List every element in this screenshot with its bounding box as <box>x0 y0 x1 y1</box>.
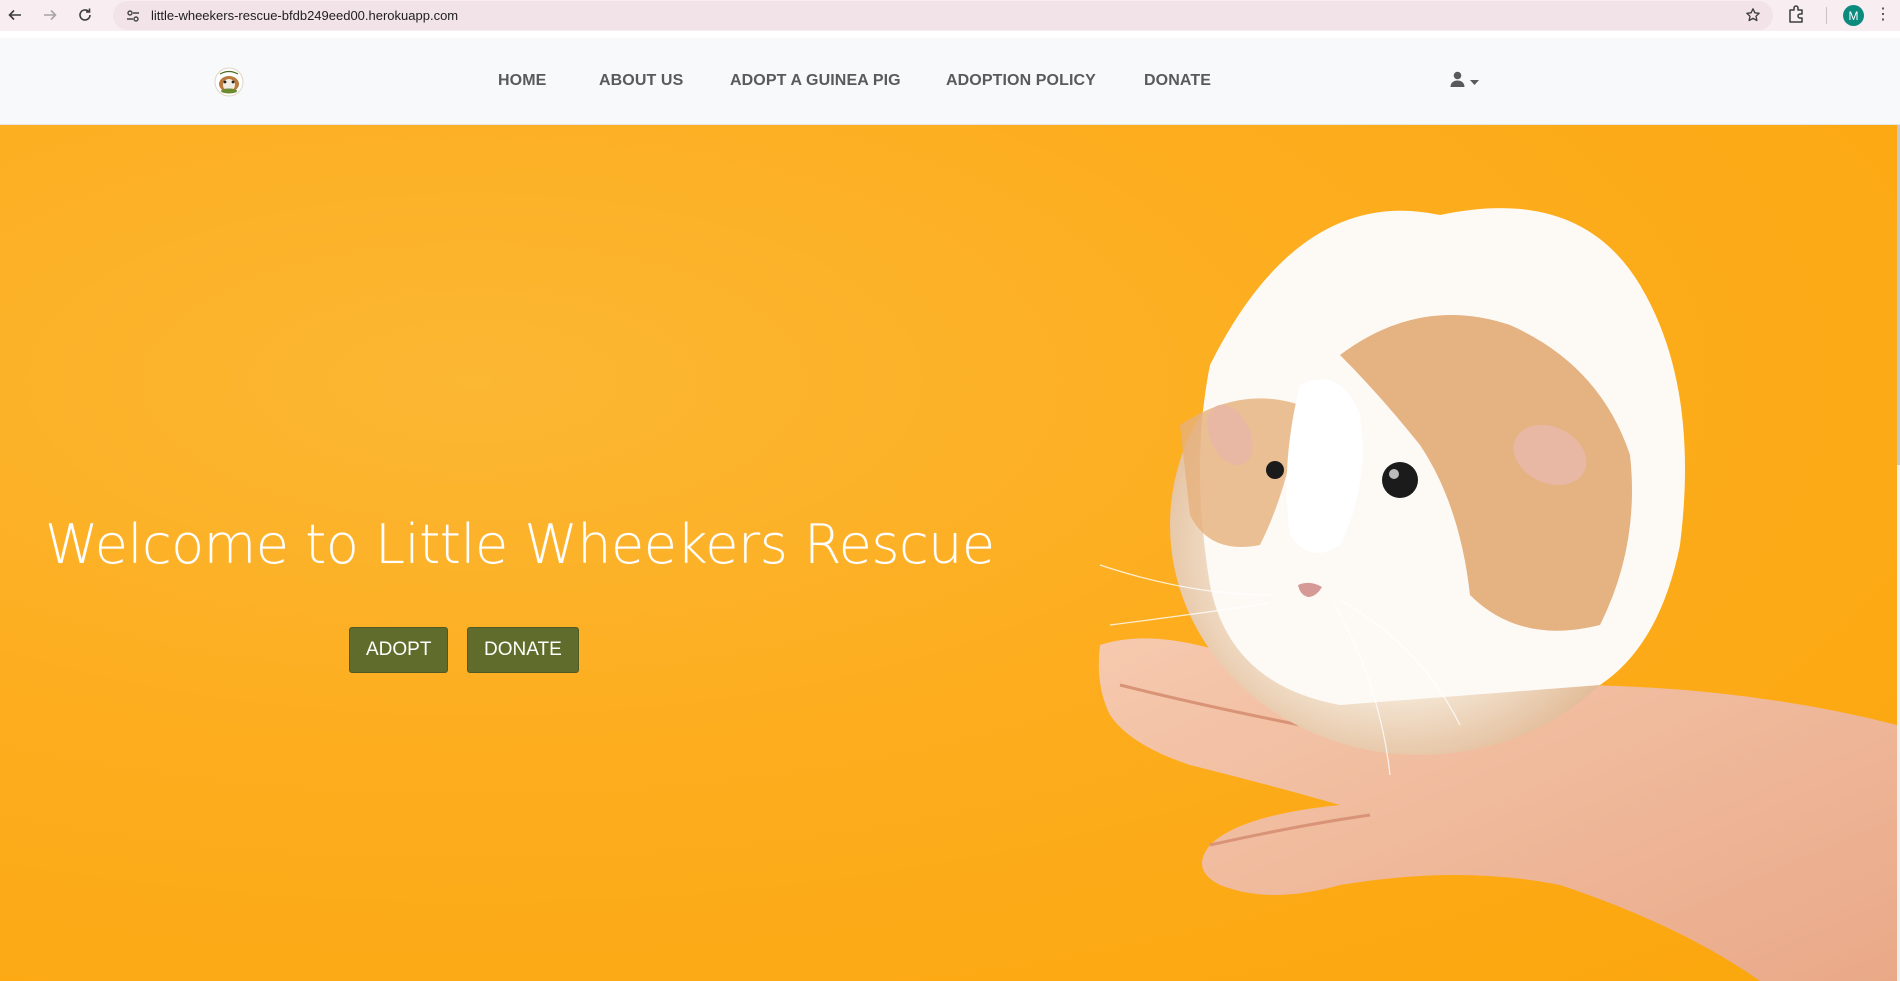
more-menu-icon[interactable]: ⋮ <box>1875 5 1891 25</box>
extensions-icon[interactable] <box>1786 4 1806 31</box>
address-bar[interactable]: little-wheekers-rescue-bfdb249eed00.hero… <box>113 1 1773 30</box>
profile-avatar[interactable]: M <box>1843 5 1864 26</box>
back-icon[interactable] <box>0 0 30 30</box>
site-logo[interactable] <box>214 67 244 97</box>
donate-button[interactable]: DONATE <box>467 627 579 673</box>
reload-icon[interactable] <box>70 0 100 30</box>
site-info-icon[interactable] <box>119 8 147 24</box>
nav-adoption-policy[interactable]: ADOPTION POLICY <box>946 72 1096 90</box>
url-text: little-wheekers-rescue-bfdb249eed00.hero… <box>151 8 459 23</box>
browser-toolbar: little-wheekers-rescue-bfdb249eed00.hero… <box>0 0 1900 31</box>
guinea-pig-photo <box>1098 208 1897 981</box>
nav-adopt-a-guinea-pig[interactable]: ADOPT A GUINEA PIG <box>730 72 901 90</box>
nav-donate[interactable]: DONATE <box>1144 72 1211 90</box>
toolbar-divider <box>1826 7 1827 24</box>
nav-home[interactable]: HOME <box>498 72 546 90</box>
bookmark-star-icon[interactable] <box>1745 7 1761 28</box>
user-icon <box>1450 71 1465 92</box>
chevron-down-icon <box>1470 73 1479 91</box>
nav-about-us[interactable]: ABOUT US <box>599 72 683 90</box>
site-navbar: HOME ABOUT US ADOPT A GUINEA PIG ADOPTIO… <box>0 38 1900 125</box>
hero-section: Welcome to Little Wheekers Rescue ADOPT … <box>0 125 1897 981</box>
hero-title: Welcome to Little Wheekers Rescue <box>45 513 995 576</box>
account-dropdown[interactable] <box>1450 71 1479 92</box>
adopt-button[interactable]: ADOPT <box>349 627 449 673</box>
forward-icon[interactable] <box>35 0 65 30</box>
